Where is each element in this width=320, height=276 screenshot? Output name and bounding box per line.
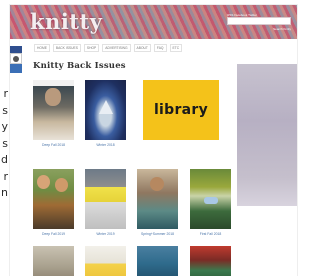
knitty-website: knitty RSS Facebook Twitter Search Knitt… — [10, 5, 297, 276]
text-fragment: n — [1, 186, 8, 199]
advertisement-banner[interactable] — [237, 64, 297, 206]
page-title: Knitty Back Issues — [33, 61, 126, 71]
badge-icon — [10, 53, 22, 64]
nav-item-about[interactable]: ABOUT — [133, 44, 151, 52]
nav-item-shop[interactable]: SHOP — [83, 44, 100, 52]
issue-cover[interactable] — [85, 246, 126, 276]
issue-caption[interactable]: First Fall 2018 — [190, 232, 231, 236]
issue-caption[interactable]: Deep Fall 2019 — [33, 232, 74, 236]
nav-item-home[interactable]: HOME — [34, 44, 50, 52]
badge-bottom — [10, 64, 22, 73]
issue-cover[interactable] — [33, 246, 74, 276]
issue-cover[interactable] — [33, 169, 74, 229]
issue-cover[interactable] — [85, 169, 126, 229]
issue-cover[interactable] — [190, 169, 231, 229]
issue-caption[interactable]: Spring+Summer 2018 — [137, 232, 178, 236]
text-fragment: s — [2, 103, 8, 117]
search-input[interactable] — [227, 17, 291, 25]
issue-caption[interactable]: Winter 2018 — [85, 143, 126, 147]
search-label: Search Knitty — [273, 27, 291, 31]
text-fragment: y — [1, 120, 8, 133]
nav-item-etc[interactable]: ETC — [169, 44, 183, 52]
left-text-fragments: r s y s d r n — [0, 86, 9, 202]
issue-caption[interactable]: Deep Fall 2018 — [33, 143, 74, 147]
knitty-logo[interactable]: knitty — [30, 9, 102, 34]
issue-cover[interactable] — [33, 80, 74, 140]
issue-cover[interactable] — [85, 80, 126, 140]
sidebar-badge[interactable] — [10, 46, 22, 76]
nav-item-advertising[interactable]: ADVERTISING — [102, 44, 131, 52]
nav-item-faq[interactable]: FAQ — [153, 44, 167, 52]
text-fragment: r — [3, 87, 8, 100]
text-fragment: r — [3, 169, 8, 183]
badge-top — [10, 46, 22, 53]
issue-cover[interactable] — [190, 246, 231, 276]
issue-cover[interactable] — [137, 169, 178, 229]
issue-cover[interactable] — [137, 246, 178, 276]
library-cover[interactable]: library — [143, 80, 219, 140]
text-fragment: d — [1, 153, 8, 166]
main-nav: HOME BACK ISSUES SHOP ADVERTISING ABOUT … — [34, 44, 242, 53]
text-fragment: s — [2, 136, 8, 150]
issue-caption[interactable]: Winter 2019 — [85, 232, 126, 236]
site-header: knitty RSS Facebook Twitter Search Knitt… — [10, 5, 297, 39]
nav-item-back-issues[interactable]: BACK ISSUES — [52, 44, 81, 52]
